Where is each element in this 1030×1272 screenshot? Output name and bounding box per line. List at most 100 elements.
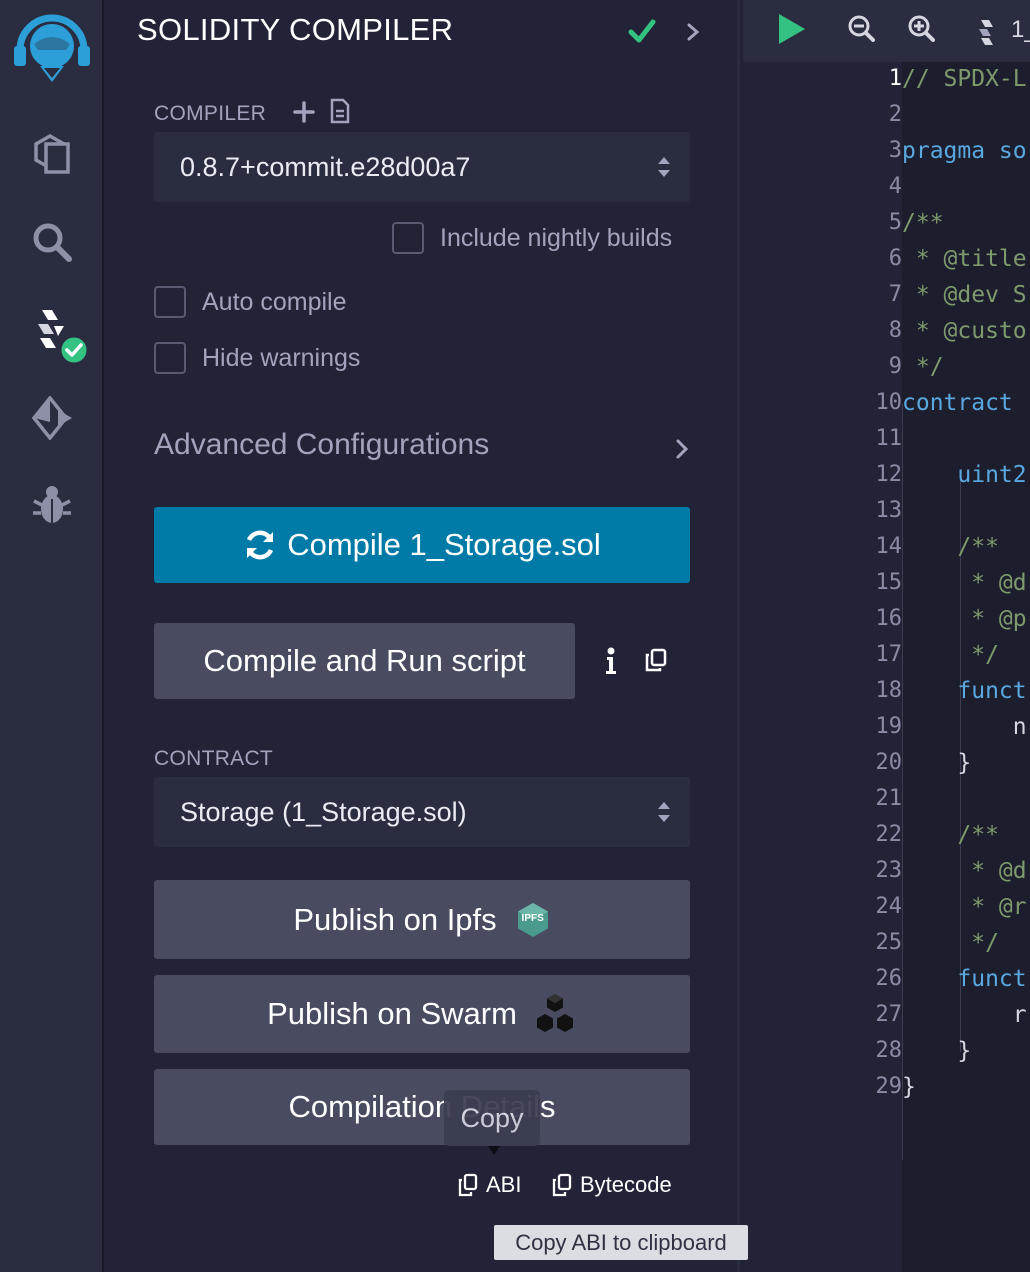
line-number: 4 <box>888 174 902 199</box>
compile-success-check-icon <box>628 19 656 43</box>
ipfs-badge-text: IPFS <box>521 912 544 924</box>
code-line: uint2 <box>902 462 1027 488</box>
publish-swarm-button[interactable]: Publish on Swarm <box>154 975 690 1053</box>
swarm-logo-icon <box>536 994 573 1032</box>
copy-bytecode-button[interactable]: Bytecode <box>552 1172 672 1198</box>
chevron-right-icon[interactable] <box>684 22 702 42</box>
editor-toolbar: 1_ <box>743 0 1030 62</box>
line-number: 3 <box>888 138 902 163</box>
code-editor: 1_ 1234567891011121314151617181920212223… <box>743 0 1030 1272</box>
line-number: 14 <box>875 534 903 559</box>
hide-warnings-checkbox[interactable] <box>154 342 186 374</box>
code-area[interactable]: // SPDX-L pragma so/** * @title * @dev S … <box>902 62 1030 1272</box>
publish-ipfs-label: Publish on Ipfs <box>293 901 497 937</box>
code-line: // SPDX-L <box>902 66 1027 92</box>
include-nightly-option[interactable]: Include nightly builds <box>392 222 672 254</box>
copy-abi-button[interactable]: ABI <box>458 1172 521 1198</box>
code-line: } <box>902 750 972 776</box>
include-nightly-label: Include nightly builds <box>440 223 673 252</box>
panel-title: SOLIDITY COMPILER <box>137 12 454 47</box>
add-compiler-plus-icon[interactable] <box>293 101 315 123</box>
copy-icon <box>458 1173 478 1197</box>
code-line: */ <box>902 930 999 956</box>
file-explorer-icon[interactable] <box>26 126 78 178</box>
auto-compile-label: Auto compile <box>202 287 347 316</box>
code-line: contract <box>902 390 1027 416</box>
line-number: 2 <box>888 102 902 127</box>
compile-button[interactable]: Compile 1_Storage.sol <box>154 507 690 583</box>
zoom-in-icon[interactable] <box>907 14 935 42</box>
bytecode-label: Bytecode <box>580 1172 672 1197</box>
line-number: 1 <box>888 66 902 91</box>
code-line: * @p <box>902 606 1027 632</box>
code-line: * @r <box>902 894 1027 920</box>
line-number: 28 <box>875 1038 903 1063</box>
line-number: 10 <box>875 390 903 415</box>
line-number: 27 <box>875 1002 903 1027</box>
copy-icon[interactable] <box>645 648 667 672</box>
line-number: 17 <box>875 642 903 667</box>
deploy-run-icon[interactable] <box>26 392 78 444</box>
line-number: 13 <box>875 498 903 523</box>
advanced-configurations-toggle[interactable]: Advanced Configurations <box>154 428 694 462</box>
code-line: * @dev S <box>902 282 1027 308</box>
compiler-panel: SOLIDITY COMPILER COMPILER 0.8.7+commit.… <box>104 0 740 1272</box>
line-number: 5 <box>888 210 902 235</box>
ipfs-logo-icon: IPFS <box>515 902 551 938</box>
line-number: 20 <box>875 750 903 775</box>
auto-compile-option[interactable]: Auto compile <box>154 286 347 318</box>
select-arrows-icon <box>658 802 670 822</box>
line-number: 23 <box>875 858 903 883</box>
line-number: 24 <box>875 894 903 919</box>
publish-swarm-label: Publish on Swarm <box>267 996 517 1031</box>
line-number: 11 <box>875 426 903 451</box>
code-line: * @d <box>902 858 1027 884</box>
compiler-version-value: 0.8.7+commit.e28d00a7 <box>180 151 471 182</box>
line-number-gutter: 1 2 3 4 5 6 7 8 9 10 11 12 13 14 15 16 17 18 19 20 21 22 23 24 2… <box>743 62 902 1272</box>
publish-ipfs-button[interactable]: Publish on Ipfs IPFS <box>154 880 690 959</box>
editor-tab-label[interactable]: 1_ <box>1011 16 1030 44</box>
line-number: 15 <box>875 570 903 595</box>
line-number: 12 <box>875 462 903 487</box>
compile-button-label: Compile 1_Storage.sol <box>287 527 601 562</box>
line-number: 16 <box>875 606 903 631</box>
tooltip-caret <box>488 1146 500 1155</box>
copy-abi-clipboard-tooltip: Copy ABI to clipboard <box>494 1225 748 1260</box>
line-number: 22 <box>875 822 903 847</box>
solidity-file-icon <box>979 20 993 45</box>
copy-tooltip: Copy <box>444 1090 540 1146</box>
search-icon[interactable] <box>26 216 78 268</box>
include-nightly-checkbox[interactable] <box>392 222 424 254</box>
code-line: n <box>902 714 1027 740</box>
auto-compile-checkbox[interactable] <box>154 286 186 318</box>
remix-logo-icon[interactable] <box>10 10 94 86</box>
code-line: funct <box>902 966 1027 992</box>
compiler-version-select[interactable]: 0.8.7+commit.e28d00a7 <box>154 132 690 202</box>
compiler-file-icon[interactable] <box>330 98 350 124</box>
code-line: /** <box>902 534 999 560</box>
contract-select[interactable]: Storage (1_Storage.sol) <box>154 777 690 847</box>
code-line: */ <box>902 354 944 380</box>
select-arrows-icon <box>658 157 670 177</box>
zoom-out-icon[interactable] <box>847 14 875 42</box>
refresh-icon <box>247 530 274 560</box>
info-icon[interactable] <box>604 647 618 675</box>
code-line: */ <box>902 642 999 668</box>
line-number: 19 <box>875 714 903 739</box>
line-number: 18 <box>875 678 903 703</box>
solidity-compiler-icon[interactable] <box>30 304 94 368</box>
contract-value: Storage (1_Storage.sol) <box>180 796 467 827</box>
debugger-icon[interactable] <box>26 478 78 530</box>
line-number: 9 <box>888 354 902 379</box>
line-number: 25 <box>875 930 903 955</box>
compilation-details-button[interactable]: Compilation Details <box>154 1069 690 1145</box>
line-number: 29 <box>875 1074 903 1099</box>
copy-icon <box>552 1173 572 1197</box>
code-line: } <box>902 1038 972 1064</box>
line-number: 26 <box>875 966 903 991</box>
chevron-right-icon[interactable] <box>674 438 690 460</box>
run-play-icon[interactable] <box>775 12 807 46</box>
compile-and-run-button[interactable]: Compile and Run script <box>154 623 575 699</box>
hide-warnings-option[interactable]: Hide warnings <box>154 342 360 374</box>
code-line: } <box>902 1074 916 1100</box>
